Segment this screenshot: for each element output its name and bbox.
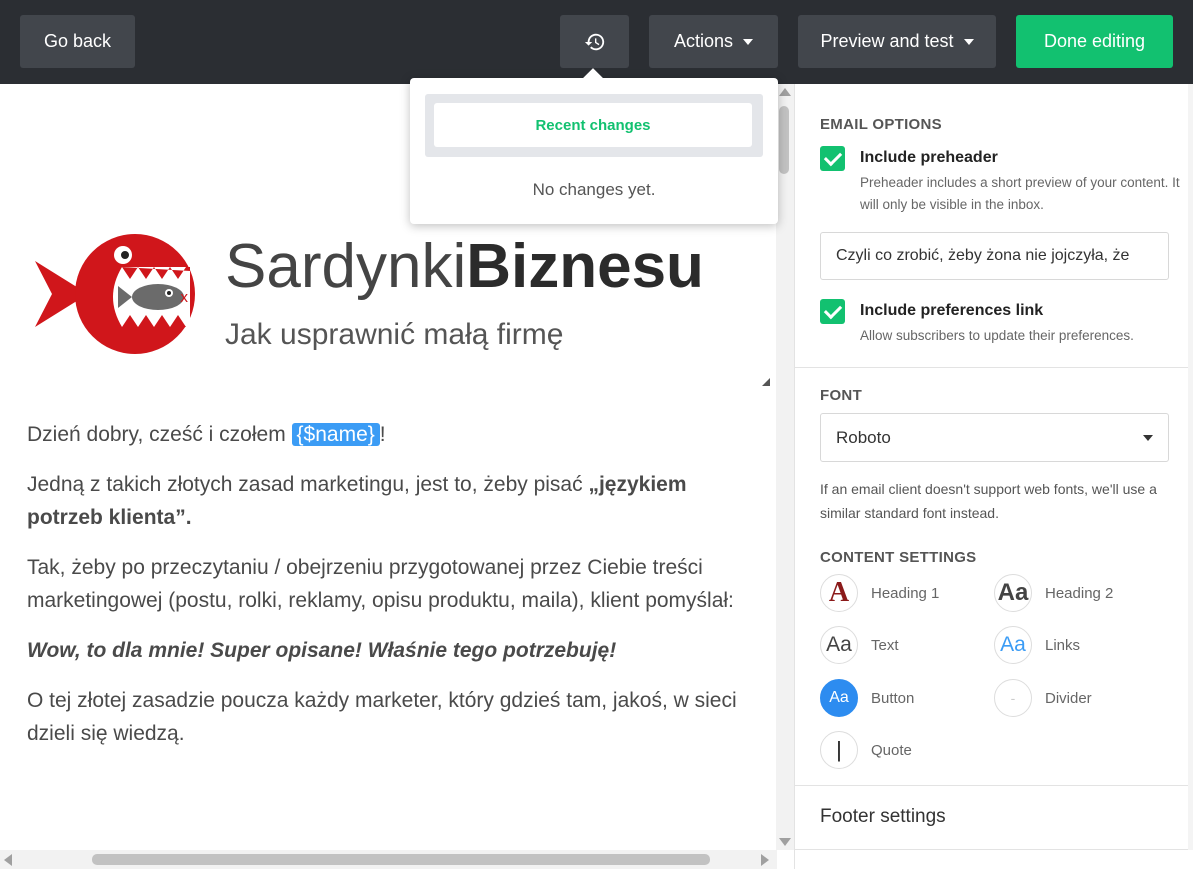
heading-1-icon: A — [820, 574, 858, 612]
email-body[interactable]: Dzień dobry, cześć i czołem {$name}! Jed… — [27, 418, 757, 767]
content-setting-text[interactable]: Aa Text — [820, 626, 899, 664]
content-setting-button[interactable]: Aa Button — [820, 679, 914, 717]
include-preferences-checkbox[interactable] — [820, 299, 845, 324]
content-setting-divider[interactable]: - Divider — [994, 679, 1092, 717]
chevron-down-icon — [1143, 434, 1153, 441]
paragraph-3[interactable]: Tak, żeby po przeczytaniu / obejrzeniu p… — [27, 551, 757, 617]
preferences-description: Allow subscribers to update their prefer… — [860, 328, 1134, 343]
divider-icon: - — [994, 679, 1032, 717]
history-empty-message: No changes yet. — [532, 180, 656, 199]
sardine-fish-logo-icon: x — [35, 234, 195, 354]
preview-and-test-button[interactable]: Preview and test — [798, 15, 996, 68]
include-preferences-label[interactable]: Include preferences link — [860, 302, 1043, 320]
svg-text:x: x — [180, 290, 188, 306]
button-icon: Aa — [820, 679, 858, 717]
canvas-vertical-scrollbar[interactable] — [776, 84, 794, 850]
content-setting-quote[interactable]: | Quote — [820, 731, 912, 769]
done-editing-button[interactable]: Done editing — [1016, 15, 1173, 68]
settings-sidebar: EMAIL OPTIONS Include preheader Preheade… — [794, 84, 1193, 869]
paragraph-4[interactable]: Wow, to dla mnie! Super opisane! Właśnie… — [27, 634, 757, 667]
history-popover: Recent changes No changes yet. — [410, 68, 778, 224]
go-back-button[interactable]: Go back — [20, 15, 135, 68]
scroll-right-icon[interactable] — [761, 854, 769, 866]
paragraph-2[interactable]: Jedną z takich złotych zasad marketingu,… — [27, 468, 757, 534]
quote-icon: | — [820, 731, 858, 769]
content-settings-title: CONTENT SETTINGS — [820, 549, 977, 566]
sidebar-scrollbar[interactable] — [1188, 84, 1193, 850]
tab-recent-changes[interactable]: Recent changes — [434, 103, 752, 147]
scroll-left-icon[interactable] — [4, 854, 12, 866]
greeting-paragraph[interactable]: Dzień dobry, cześć i czołem {$name}! — [27, 418, 757, 451]
footer-settings-button[interactable]: Footer settings — [820, 806, 946, 828]
chevron-down-icon — [963, 38, 974, 45]
font-title: FONT — [820, 387, 863, 404]
scrollbar-thumb[interactable] — [92, 854, 710, 865]
preheader-input[interactable]: Czyli co zrobić, żeby żona nie jojczyła,… — [820, 232, 1169, 280]
chevron-down-icon — [743, 38, 754, 45]
image-resize-handle[interactable] — [762, 378, 770, 386]
section-divider — [795, 849, 1193, 850]
email-options-title: EMAIL OPTIONS — [820, 116, 942, 133]
content-setting-heading-2[interactable]: Aa Heading 2 — [994, 574, 1113, 612]
content-setting-heading-1[interactable]: A Heading 1 — [820, 574, 939, 612]
include-preheader-checkbox[interactable] — [820, 146, 845, 171]
scroll-down-icon[interactable] — [779, 838, 791, 846]
include-preheader-label[interactable]: Include preheader — [860, 149, 998, 167]
content-setting-links[interactable]: Aa Links — [994, 626, 1080, 664]
text-icon: Aa — [820, 626, 858, 664]
canvas-horizontal-scrollbar[interactable] — [0, 850, 777, 869]
links-icon: Aa — [994, 626, 1032, 664]
history-icon — [584, 33, 604, 50]
heading-2-icon: Aa — [994, 574, 1032, 612]
history-tabs: Recent changes — [425, 94, 763, 157]
logo-brand-text: SardynkiBiznesu — [225, 232, 704, 301]
font-select[interactable]: Roboto — [820, 413, 1169, 462]
font-note: If an email client doesn't support web f… — [820, 481, 1157, 521]
logo-tagline: Jak usprawnić małą firmę — [225, 318, 564, 351]
paragraph-5[interactable]: O tej złotej zasadzie poucza każdy marke… — [27, 684, 757, 750]
section-divider — [795, 367, 1193, 368]
email-logo[interactable]: x SardynkiBiznesu Jak usprawnić małą fir… — [30, 229, 775, 359]
history-button[interactable] — [560, 15, 629, 68]
merge-tag[interactable]: {$name} — [291, 423, 380, 446]
scroll-up-icon[interactable] — [779, 88, 791, 96]
section-divider — [795, 785, 1193, 786]
actions-button[interactable]: Actions — [649, 15, 778, 68]
scrollbar-thumb[interactable] — [779, 106, 789, 174]
preheader-description: Preheader includes a short preview of yo… — [860, 175, 1180, 212]
